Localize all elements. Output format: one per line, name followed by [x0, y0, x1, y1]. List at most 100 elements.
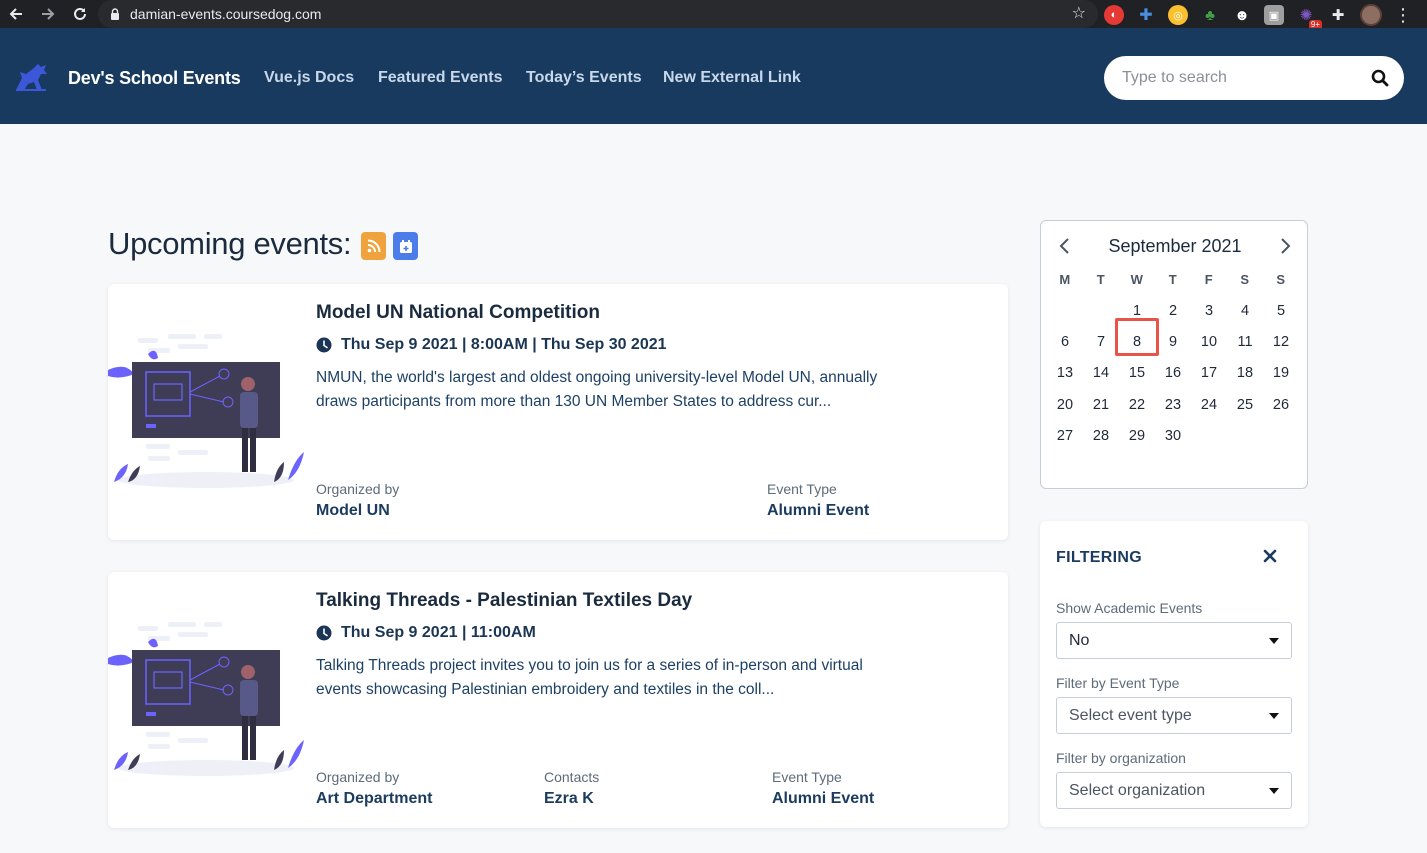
close-icon[interactable]: [1263, 549, 1277, 563]
nav-link-vuejs-docs[interactable]: Vue.js Docs: [264, 69, 354, 87]
filter-title: FILTERING: [1056, 549, 1142, 566]
event-title[interactable]: Model UN National Competition: [316, 302, 600, 324]
event-card[interactable]: Model UN National Competition Thu Sep 9 …: [108, 284, 1008, 540]
extension-circle-icon[interactable]: ◎: [1168, 5, 1188, 25]
chevron-right-icon[interactable]: [1277, 237, 1293, 255]
calendar-day[interactable]: 28: [1083, 427, 1119, 445]
calendar-day[interactable]: 19: [1263, 364, 1299, 382]
calendar-day[interactable]: 25: [1227, 396, 1263, 414]
calendar-day[interactable]: 2: [1155, 302, 1191, 320]
nav-link-featured-events[interactable]: Featured Events: [378, 69, 502, 87]
event-type-placeholder: Select event type: [1069, 706, 1192, 724]
event-title[interactable]: Talking Threads - Palestinian Textiles D…: [316, 590, 692, 612]
academic-filter-label: Show Academic Events: [1056, 600, 1203, 616]
calendar-day[interactable]: 20: [1047, 396, 1083, 414]
extension-red-icon[interactable]: ◐: [1104, 5, 1124, 25]
organization-filter-label: Filter by organization: [1056, 750, 1186, 766]
event-type-filter-label: Filter by Event Type: [1056, 675, 1180, 691]
organizer-label: Organized by: [316, 481, 400, 497]
calendar-day[interactable]: 26: [1263, 396, 1299, 414]
calendar-day[interactable]: 23: [1155, 396, 1191, 414]
weekday-header: W: [1130, 272, 1144, 287]
extension-spark-icon[interactable]: ✺ 9+: [1296, 5, 1322, 30]
calendar-day[interactable]: 24: [1191, 396, 1227, 414]
calendar-day[interactable]: 3: [1191, 302, 1227, 320]
weekday-header: T: [1096, 272, 1106, 287]
organizer-value[interactable]: Art Department: [316, 790, 432, 808]
calendar-day[interactable]: 5: [1263, 302, 1299, 320]
bookmark-star-icon[interactable]: ☆: [1072, 5, 1086, 23]
calendar-day[interactable]: 11: [1227, 333, 1263, 351]
back-icon[interactable]: [0, 0, 32, 28]
profile-avatar[interactable]: [1360, 4, 1382, 26]
weekday-header: F: [1204, 272, 1214, 287]
extensions-bar: ◐ ✚ ◎ ♣ ☻ ▣ ✺ 9+ ✚ ⋮: [1104, 4, 1412, 30]
extension-ghost-icon[interactable]: ☻: [1232, 5, 1252, 25]
calendar-day[interactable]: 10: [1191, 333, 1227, 351]
extension-puzzle-blue-icon[interactable]: ✚: [1136, 5, 1156, 25]
event-description-line: Talking Threads project invites you to j…: [316, 657, 863, 674]
calendar-day[interactable]: 7: [1083, 333, 1119, 351]
extension-clover-icon[interactable]: ♣: [1200, 5, 1220, 25]
event-type-value[interactable]: Alumni Event: [772, 790, 874, 808]
calendar-day-selected[interactable]: 8: [1119, 333, 1155, 351]
page-title: Upcoming events:: [108, 226, 352, 261]
mini-calendar: September 2021 M T W T F S S 1 2 3 4 5 6 7 8 9 10…: [1040, 220, 1308, 489]
calendar-day[interactable]: 4: [1227, 302, 1263, 320]
calendar-day[interactable]: 21: [1083, 396, 1119, 414]
calendar-plus-icon: [399, 239, 412, 253]
event-datetime-text: Thu Sep 9 2021 | 8:00AM | Thu Sep 30 202…: [341, 336, 667, 353]
rss-feed-button[interactable]: [361, 232, 386, 260]
calendar-day[interactable]: 14: [1083, 364, 1119, 382]
calendar-day[interactable]: 27: [1047, 427, 1083, 445]
organization-placeholder: Select organization: [1069, 781, 1206, 799]
event-type-select[interactable]: Select event type: [1056, 697, 1292, 734]
contacts-label: Contacts: [544, 769, 600, 785]
url-text: damian-events.coursedog.com: [130, 6, 322, 22]
calendar-day[interactable]: 9: [1155, 333, 1191, 351]
event-card[interactable]: Talking Threads - Palestinian Textiles D…: [108, 572, 1008, 828]
calendar-month-title: September 2021: [1108, 236, 1242, 256]
contacts-value[interactable]: Ezra K: [544, 790, 599, 808]
calendar-day[interactable]: 1: [1119, 302, 1155, 320]
address-bar[interactable]: damian-events.coursedog.com ☆: [98, 0, 1098, 28]
event-type-block: Event Type Alumni Event: [767, 481, 869, 520]
search-input[interactable]: [1122, 69, 1352, 87]
browser-toolbar: damian-events.coursedog.com ☆ ◐ ✚ ◎ ♣ ☻ …: [0, 0, 1427, 30]
organization-select[interactable]: Select organization: [1056, 772, 1292, 809]
calendar-day[interactable]: 18: [1227, 364, 1263, 382]
event-type-label: Event Type: [767, 481, 837, 497]
calendar-day[interactable]: 16: [1155, 364, 1191, 382]
caret-down-icon: [1269, 713, 1279, 719]
reload-icon[interactable]: [64, 0, 96, 28]
dog-logo-icon[interactable]: [14, 62, 50, 92]
organizer-value[interactable]: Model UN: [316, 502, 399, 520]
calendar-day[interactable]: 30: [1155, 427, 1191, 445]
brand-title[interactable]: Dev's School Events: [68, 68, 241, 89]
calendar-day[interactable]: 17: [1191, 364, 1227, 382]
forward-icon[interactable]: [32, 0, 64, 28]
organizer-label: Organized by: [316, 769, 400, 785]
extension-square-icon[interactable]: ▣: [1264, 5, 1284, 25]
browser-menu-icon[interactable]: ⋮: [1394, 6, 1412, 24]
calendar-day[interactable]: 12: [1263, 333, 1299, 351]
nav-link-new-external[interactable]: New External Link: [663, 69, 801, 87]
event-description: NMUN, the world's largest and oldest ong…: [316, 366, 936, 414]
calendar-day[interactable]: 6: [1047, 333, 1083, 351]
clock-icon: [316, 625, 332, 641]
event-description-line: events showcasing Palestinian embroidery…: [316, 681, 775, 698]
event-type-value[interactable]: Alumni Event: [767, 502, 869, 520]
rss-icon: [367, 239, 380, 253]
calendar-day[interactable]: 13: [1047, 364, 1083, 382]
weekday-header: S: [1276, 272, 1286, 287]
calendar-day[interactable]: 22: [1119, 396, 1155, 414]
calendar-day[interactable]: 15: [1119, 364, 1155, 382]
search-icon[interactable]: [1370, 68, 1390, 88]
event-description-line: draws participants from more than 130 UN…: [316, 393, 832, 410]
event-datetime-text: Thu Sep 9 2021 | 11:00AM: [341, 624, 536, 641]
nav-link-todays-events[interactable]: Today’s Events: [526, 69, 642, 87]
academic-events-select[interactable]: No: [1056, 622, 1292, 659]
extensions-puzzle-icon[interactable]: ✚: [1328, 5, 1348, 25]
add-to-calendar-button[interactable]: [393, 232, 418, 260]
calendar-day[interactable]: 29: [1119, 427, 1155, 445]
